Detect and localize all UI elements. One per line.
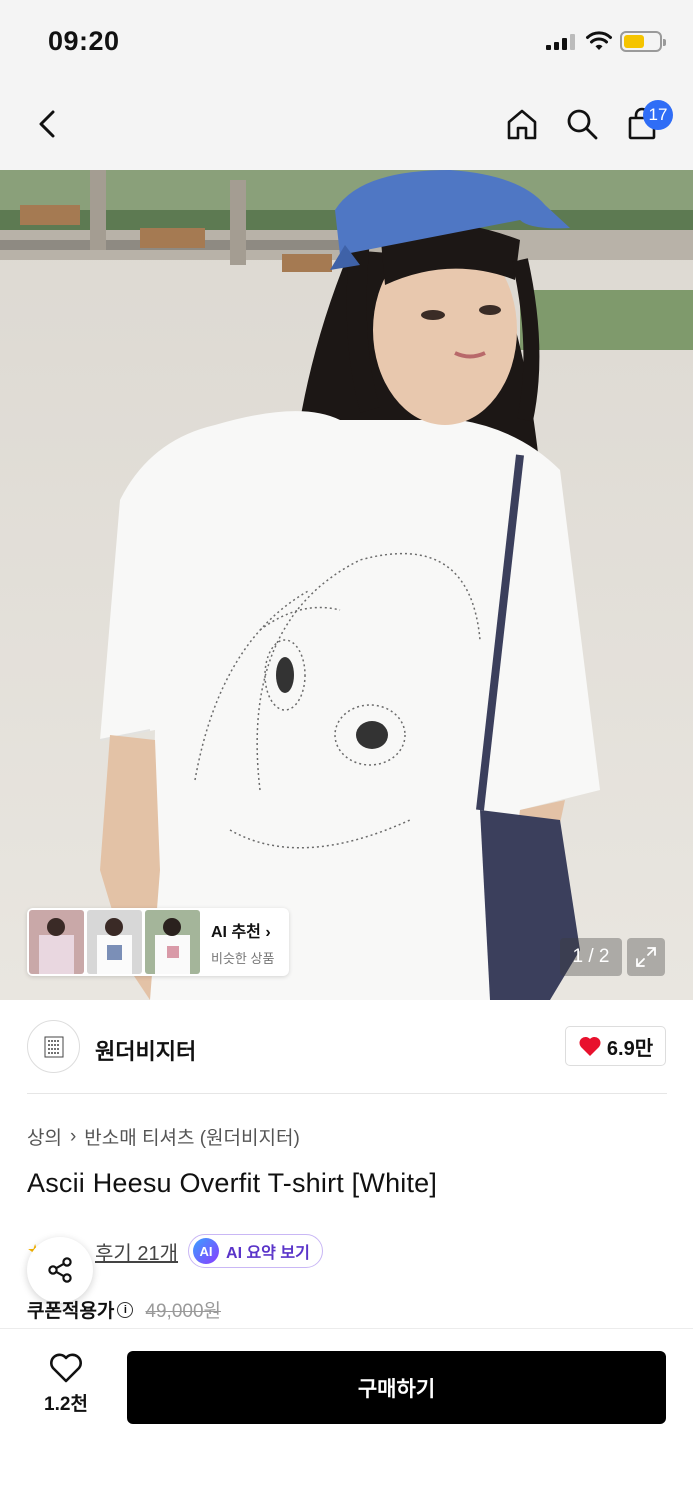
share-button[interactable] [27, 1237, 93, 1303]
breadcrumb-item[interactable]: 반소매 티셔츠 (원더비지터) [84, 1123, 300, 1150]
review-count-link[interactable]: 후기 21개 [95, 1237, 178, 1266]
divider [27, 1093, 667, 1094]
home-button[interactable] [500, 102, 544, 146]
ai-summary-button[interactable]: AI AI 요약 보기 [188, 1234, 323, 1268]
wifi-icon [586, 31, 612, 50]
status-bar: 09:20 [0, 0, 693, 84]
breadcrumb: 상의 › 반소매 티셔츠 (원더비지터) [27, 1123, 300, 1150]
heart-filled-icon [579, 1036, 601, 1056]
coupon-price-label: 쿠폰적용가 i [27, 1296, 134, 1323]
brand-like-button[interactable]: 6.9만 [565, 1026, 666, 1066]
search-icon [567, 109, 598, 140]
product-image-carousel[interactable]: AI 추천 › 비슷한 상품 1 / 2 [0, 170, 693, 1000]
brand-like-count: 6.9만 [606, 1037, 654, 1060]
home-icon [507, 109, 537, 140]
product-title: Ascii Heesu Overfit T-shirt [White] [27, 1168, 438, 1198]
breadcrumb-item[interactable]: 상의 [27, 1123, 62, 1150]
ai-recommend-subtitle: 비슷한 상품 [211, 950, 275, 966]
ai-summary-label: AI 요약 보기 [226, 1245, 310, 1262]
brand-row: 원더비지터 6.9만 [0, 1000, 693, 1094]
cart-count-badge: 17 [643, 100, 673, 130]
recommend-thumbnail [29, 910, 84, 974]
top-navigation: 17 [0, 84, 693, 170]
wishlist-count: 1.2천 [44, 1394, 88, 1415]
back-chevron-icon [39, 110, 55, 138]
status-time: 09:20 [48, 26, 120, 56]
expand-image-button[interactable] [627, 938, 665, 976]
image-pager-indicator: 1 / 2 [560, 938, 622, 976]
buy-button[interactable]: 구매하기 [127, 1351, 666, 1424]
expand-icon [636, 947, 656, 967]
original-price: 49,000원 [145, 1301, 221, 1322]
recommend-thumbnail [145, 910, 200, 974]
brand-name[interactable]: 원더비지터 [95, 1034, 196, 1066]
search-button[interactable] [560, 102, 604, 146]
brand-logo[interactable] [27, 1020, 80, 1073]
cart-button[interactable]: 17 [620, 100, 673, 146]
heart-outline-icon [50, 1353, 82, 1383]
wishlist-button[interactable]: 1.2천 [30, 1353, 102, 1423]
product-photo [0, 170, 693, 1000]
info-icon[interactable]: i [117, 1301, 134, 1318]
cellular-signal-icon [546, 34, 575, 50]
share-icon [48, 1257, 72, 1283]
bottom-action-bar: 1.2천 구매하기 [0, 1328, 693, 1500]
ai-badge-icon: AI [193, 1238, 220, 1264]
recommend-thumbnail [87, 910, 142, 974]
ai-recommend-title: AI 추천 › [211, 923, 271, 941]
price-row: 쿠폰적용가 i 49,000원 [27, 1296, 221, 1323]
back-button[interactable] [26, 102, 70, 146]
battery-icon [620, 31, 666, 52]
ai-recommend-card[interactable]: AI 추천 › 비슷한 상품 [27, 908, 289, 976]
chevron-right-icon: › [69, 1125, 77, 1147]
brand-logo-mark [44, 1036, 63, 1057]
chevron-right-icon: › [265, 923, 271, 941]
